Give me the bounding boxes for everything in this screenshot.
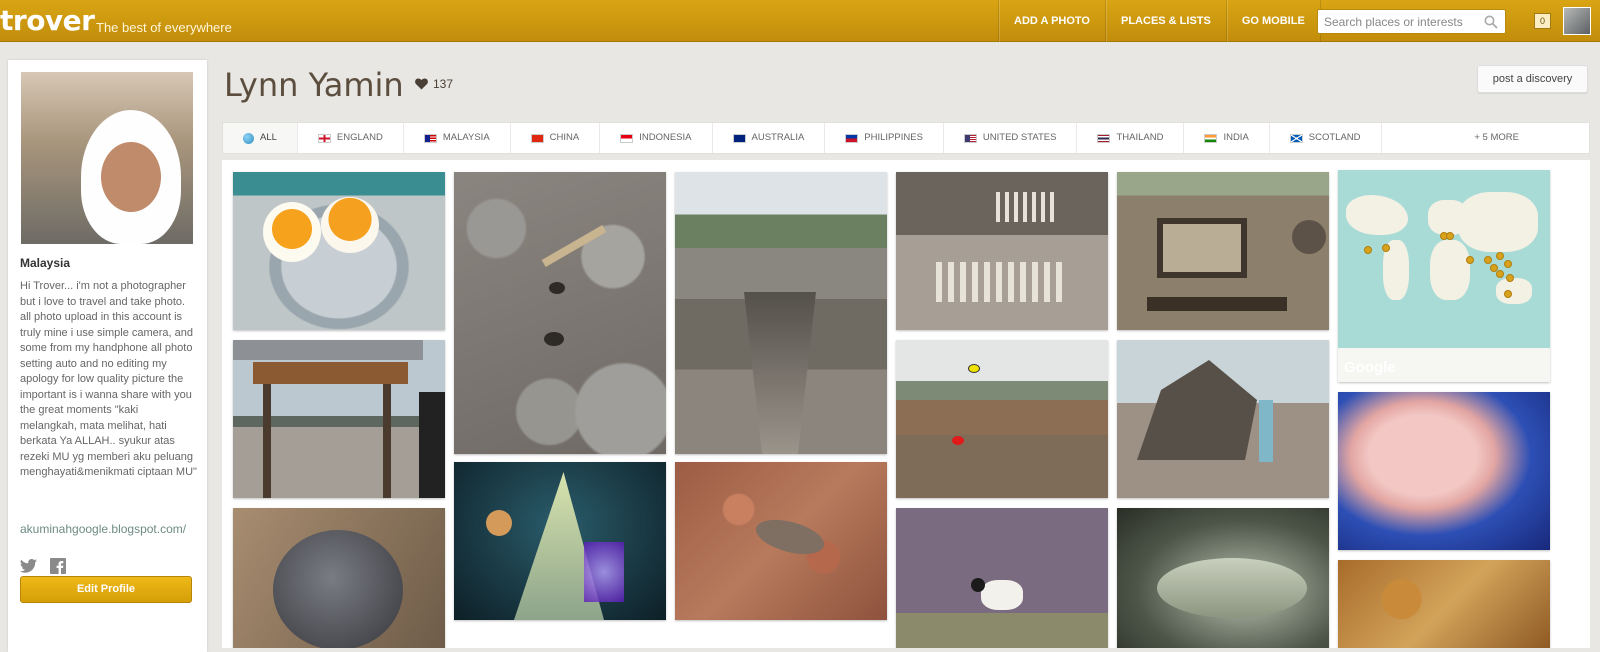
social-links [20,558,68,574]
nav-places-lists[interactable]: PLACES & LISTS [1105,0,1226,42]
map-marker [1496,270,1504,278]
photo-world-map[interactable]: Google [1338,170,1550,382]
flag-scotland-icon [1289,133,1303,143]
flag-australia-icon [732,133,746,143]
post-discovery-button[interactable]: post a discovery [1477,65,1588,93]
tab-united-states[interactable]: UNITED STATES [944,123,1078,153]
tab-label: ALL [260,132,277,143]
edit-profile-button[interactable]: Edit Profile [20,576,192,603]
search-box [1317,9,1506,34]
tab-england[interactable]: ENGLAND [298,123,404,153]
photo-selamat-datang[interactable] [233,340,445,498]
tab-australia[interactable]: AUSTRALIA [713,123,826,153]
search-input[interactable] [1318,10,1478,33]
photo-boulder-person[interactable] [1117,340,1329,498]
likes-count: 137 [415,77,453,91]
profile-country: Malaysia [20,256,71,270]
tab-indonesia[interactable]: INDONESIA [600,123,713,153]
globe-icon [243,132,254,144]
search-icon[interactable] [1484,15,1498,29]
map-marker [1364,246,1372,254]
map-marker [1504,290,1512,298]
trover-logo[interactable]: trover [0,4,95,37]
map-marker [1382,244,1390,252]
tab-label: THAILAND [1116,132,1164,143]
photo-eggs[interactable] [233,172,445,330]
top-bar: trover The best of everywhere ADD A PHOT… [0,0,1600,42]
tab-malaysia[interactable]: MALAYSIA [404,123,511,153]
tab-label: ENGLAND [336,132,383,143]
country-tabs: ALL ENGLAND MALAYSIA CHINA INDONESIA AUS… [222,122,1590,154]
flag-malaysia-icon [423,133,437,143]
flag-china-icon [530,133,544,143]
photo-gravel[interactable] [1338,560,1550,648]
flag-england-icon [317,133,331,143]
map-marker [1506,274,1514,282]
user-avatar[interactable] [1563,7,1591,35]
more-tabs-button[interactable]: + 5 MORE [1454,123,1589,153]
tab-scotland[interactable]: SCOTLAND [1270,123,1382,153]
profile-blog-link[interactable]: akuminahgoogle.blogspot.com/ [20,521,198,537]
tab-label: MALAYSIA [442,132,490,143]
heart-icon [415,78,428,90]
photo-rocks-holes[interactable] [454,172,666,454]
photo-volcano-annotated[interactable] [896,340,1108,498]
map-google-label: Google [1344,359,1396,376]
profile-bio: Hi Trover... i'm not a photographer but … [20,280,197,478]
flag-thailand-icon [1097,133,1111,143]
photo-stingray[interactable] [454,462,666,620]
tab-china[interactable]: CHINA [511,123,601,153]
tab-label: UNITED STATES [982,132,1057,143]
photo-lizard[interactable] [1117,508,1329,648]
profile-photo-face [101,142,161,212]
flag-philippines-icon [845,133,859,143]
main-nav: ADD A PHOTO PLACES & LISTS GO MOBILE [998,0,1321,42]
map-marker [1496,252,1504,260]
photo-sheep-field[interactable] [896,508,1108,648]
tab-label: CHINA [549,132,580,143]
nav-add-photo[interactable]: ADD A PHOTO [998,0,1105,42]
profile-sidebar: Malaysia Hi Trover... i'm not a photogra… [8,60,207,652]
map-marker [1504,260,1512,268]
photo-squirrel-leaves[interactable] [675,462,887,620]
map-marker [1466,256,1474,264]
photo-skeleton-museum[interactable] [896,172,1108,330]
photo-wall-carvings[interactable] [1117,172,1329,330]
tab-philippines[interactable]: PHILIPPINES [825,123,944,153]
facebook-icon[interactable] [50,558,68,574]
flag-indonesia-icon [620,133,634,143]
photo-canyon[interactable] [675,172,887,454]
map-marker [1446,232,1454,240]
tab-label: INDIA [1223,132,1249,143]
photo-pigeon[interactable] [233,508,445,648]
notification-count[interactable]: 0 [1534,13,1551,29]
tab-label: PHILIPPINES [864,132,923,143]
flag-usa-icon [963,133,977,143]
twitter-icon[interactable] [20,558,38,574]
tab-label: INDONESIA [639,132,692,143]
tagline: The best of everywhere [96,20,232,35]
photo-grid: Google [222,160,1590,648]
tab-india[interactable]: INDIA [1184,123,1270,153]
nav-go-mobile[interactable]: GO MOBILE [1225,0,1321,42]
tab-all[interactable]: ALL [223,123,298,153]
photo-jellyfish[interactable] [1338,392,1550,550]
profile-name: Lynn Yamin [224,66,404,104]
map-marker [1484,256,1492,264]
flag-india-icon [1204,133,1218,143]
profile-photo [21,72,193,244]
tab-thailand[interactable]: THAILAND [1077,123,1185,153]
tab-label: SCOTLAND [1308,132,1361,143]
likes-value: 137 [433,77,454,91]
tab-label: AUSTRALIA [751,132,805,143]
